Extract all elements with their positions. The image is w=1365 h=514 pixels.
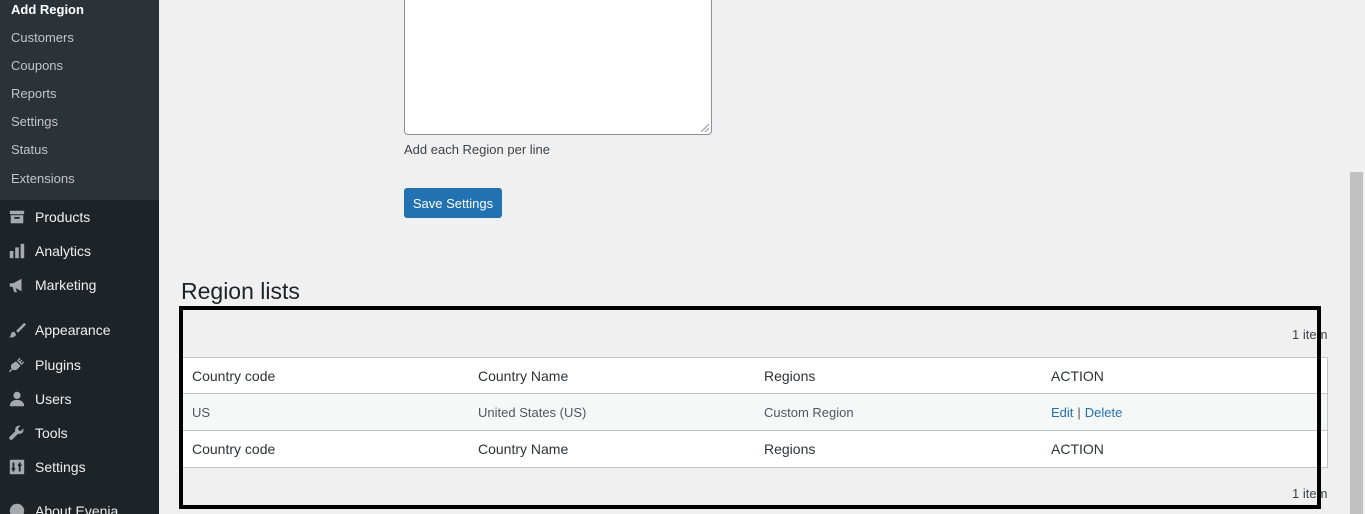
cell-action: Edit | Delete: [1051, 405, 1122, 420]
delete-link[interactable]: Delete: [1085, 405, 1123, 420]
submenu-item-settings[interactable]: Settings: [11, 114, 58, 130]
bar-chart-icon: [7, 241, 27, 261]
table-footer-row: Country code Country Name Regions ACTION: [182, 431, 1327, 467]
menu-item-plugins[interactable]: Plugins: [0, 348, 159, 382]
region-list-table: Country code Country Name Regions ACTION…: [181, 357, 1328, 468]
info-icon: [7, 501, 27, 514]
edit-link[interactable]: Edit: [1051, 405, 1073, 420]
regions-help-text: Add each Region per line: [404, 142, 550, 157]
action-separator: |: [1077, 404, 1081, 420]
sliders-icon: [7, 457, 27, 477]
table-row: US United States (US) Custom Region Edit…: [182, 394, 1327, 431]
woocommerce-submenu: Add Region Customers Coupons Reports Set…: [0, 0, 159, 200]
column-header-regions: Regions: [764, 367, 816, 384]
footer-action: ACTION: [1051, 441, 1104, 457]
resize-grip-icon[interactable]: [701, 124, 709, 132]
menu-item-analytics[interactable]: Analytics: [0, 234, 159, 268]
table-header-row: Country code Country Name Regions ACTION: [182, 358, 1327, 394]
menu-item-products[interactable]: Products: [0, 200, 159, 234]
cell-regions: Custom Region: [764, 404, 854, 420]
submenu-item-customers[interactable]: Customers: [11, 30, 74, 46]
column-header-country-code: Country code: [192, 367, 276, 384]
menu-item-marketing[interactable]: Marketing: [0, 268, 159, 302]
region-lists-title: Region lists: [181, 278, 300, 304]
column-header-action: ACTION: [1051, 367, 1104, 384]
footer-country-name: Country Name: [478, 441, 569, 457]
menu-item-tools[interactable]: Tools: [0, 416, 159, 450]
scrollbar-thumb[interactable]: [1350, 172, 1363, 514]
menu-item-users[interactable]: Users: [0, 382, 159, 416]
wrench-icon: [7, 423, 27, 443]
submenu-item-extensions[interactable]: Extensions: [11, 171, 75, 187]
submenu-item-coupons[interactable]: Coupons: [11, 58, 63, 74]
menu-item-appearance[interactable]: Appearance: [0, 313, 159, 347]
megaphone-icon: [7, 275, 27, 295]
submenu-item-status[interactable]: Status: [11, 142, 48, 158]
admin-sidebar: Add Region Customers Coupons Reports Set…: [0, 0, 159, 514]
footer-regions: Regions: [764, 441, 816, 457]
items-count-top: 1 item: [1292, 327, 1328, 342]
column-header-country-name: Country Name: [478, 367, 569, 384]
plug-icon: [7, 355, 27, 375]
save-settings-button[interactable]: Save Settings: [404, 188, 502, 218]
paintbrush-icon: [7, 320, 27, 340]
menu-item-about[interactable]: About Evenia: [0, 494, 159, 514]
submenu-item-reports[interactable]: Reports: [11, 86, 57, 102]
regions-textarea[interactable]: [404, 0, 712, 135]
items-count-bottom: 1 item: [1292, 486, 1328, 501]
submenu-item-add-region[interactable]: Add Region: [11, 2, 84, 18]
archive-icon: [7, 207, 27, 227]
cell-country-name: United States (US): [478, 404, 587, 420]
user-icon: [7, 389, 27, 409]
menu-item-settings[interactable]: Settings: [0, 450, 159, 484]
footer-country-code: Country code: [192, 441, 276, 457]
cell-country-code: US: [192, 404, 211, 420]
